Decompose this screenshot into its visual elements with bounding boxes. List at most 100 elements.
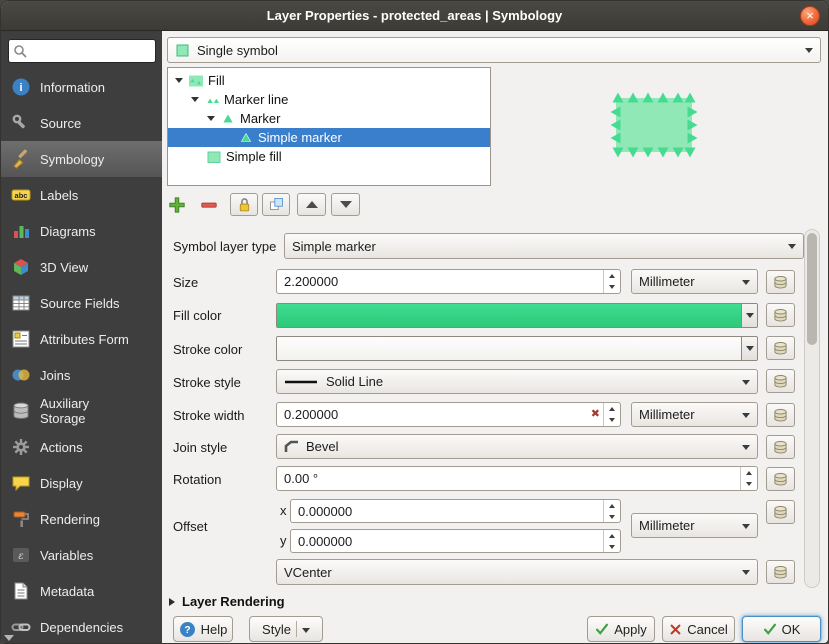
join-style-combobox[interactable]: Bevel [276, 434, 758, 459]
titlebar[interactable]: Layer Properties - protected_areas | Sym… [1, 1, 828, 31]
apply-button[interactable]: Apply [587, 616, 655, 642]
tree-item-label: Fill [208, 73, 225, 88]
sidebar-item-auxiliary-storage[interactable]: Auxiliary Storage [1, 393, 162, 429]
move-up-button[interactable] [297, 193, 326, 216]
stroke-color-dropdown[interactable] [741, 337, 757, 360]
layer-rendering-label: Layer Rendering [182, 594, 285, 609]
sidebar-item-symbology[interactable]: Symbology [1, 141, 162, 177]
offset-override-button[interactable] [766, 500, 795, 524]
sidebar-item-dependencies[interactable]: Dependencies [1, 609, 162, 643]
stroke-width-spinbox[interactable]: ✖ [276, 402, 621, 427]
chevron-down-icon [742, 280, 750, 285]
cancel-button[interactable]: Cancel [662, 616, 735, 642]
ok-label: OK [782, 622, 801, 637]
help-button[interactable]: ? Help [173, 616, 233, 642]
close-icon[interactable]: × [800, 6, 820, 26]
chevron-down-icon [742, 570, 750, 575]
sidebar-item-actions[interactable]: Actions [1, 429, 162, 465]
rotation-override-button[interactable] [766, 467, 795, 491]
size-input[interactable] [277, 270, 603, 293]
style-menu-button[interactable]: Style [249, 616, 323, 642]
spin-down-icon[interactable] [604, 511, 620, 522]
size-spinbox[interactable] [276, 269, 621, 294]
sidebar-scroll-down-icon[interactable] [4, 635, 14, 641]
spin-up-icon[interactable] [741, 467, 757, 479]
size-override-button[interactable] [766, 270, 795, 294]
variables-icon: ε [11, 545, 31, 565]
sidebar-item-metadata[interactable]: Metadata [1, 573, 162, 609]
rotation-spinbox[interactable] [276, 466, 758, 491]
chevron-down-icon [746, 346, 754, 351]
offset-unit-combobox[interactable]: Millimeter [631, 513, 758, 538]
window-title: Layer Properties - protected_areas | Sym… [267, 8, 563, 23]
stroke-style-override-button[interactable] [766, 369, 795, 393]
spin-up-icon[interactable] [604, 403, 620, 415]
fill-color-override-button[interactable] [766, 303, 795, 327]
offset-y-spinbox[interactable] [290, 529, 621, 553]
tree-item-fill[interactable]: Fill [168, 71, 490, 90]
spin-up-icon[interactable] [604, 530, 620, 541]
clear-field-icon[interactable]: ✖ [588, 409, 603, 420]
offset-y-input[interactable] [291, 530, 603, 552]
tree-item-simple-fill[interactable]: Simple fill [168, 147, 490, 166]
stroke-style-combobox[interactable]: Solid Line [276, 369, 758, 394]
sidebar-item-labels[interactable]: abc Labels [1, 177, 162, 213]
sidebar-search[interactable] [8, 39, 156, 63]
expander-down-icon[interactable] [191, 97, 199, 102]
anchor-vcenter-combobox[interactable]: VCenter [276, 559, 758, 585]
duplicate-symbol-layer-button[interactable] [262, 193, 290, 216]
stroke-color-button[interactable] [276, 336, 758, 361]
offset-x-spinbox[interactable] [290, 499, 621, 523]
rotation-label: Rotation [173, 472, 221, 487]
ok-button[interactable]: OK [742, 616, 821, 642]
remove-symbol-layer-button[interactable] [197, 193, 221, 216]
spin-down-icon[interactable] [741, 479, 757, 491]
add-symbol-layer-button[interactable] [165, 193, 189, 216]
sidebar-item-attributes-form[interactable]: Attributes Form [1, 321, 162, 357]
spin-down-icon[interactable] [604, 282, 620, 294]
speech-bubble-icon [11, 473, 31, 493]
tree-item-simple-marker[interactable]: Simple marker [168, 128, 490, 147]
renderer-combobox[interactable]: Single symbol [167, 37, 821, 63]
sidebar-item-rendering[interactable]: Rendering [1, 501, 162, 537]
sidebar-item-diagrams[interactable]: Diagrams [1, 213, 162, 249]
stroke-width-unit-combobox[interactable]: Millimeter [631, 402, 758, 427]
abc-label-icon: abc [11, 185, 31, 205]
lock-color-button[interactable] [230, 193, 258, 216]
form-scrollbar[interactable] [804, 229, 820, 588]
move-down-button[interactable] [331, 193, 360, 216]
symbol-layer-type-combobox[interactable]: Simple marker [284, 233, 804, 259]
spin-up-icon[interactable] [604, 500, 620, 511]
sidebar-item-variables[interactable]: ε Variables [1, 537, 162, 573]
offset-x-input[interactable] [291, 500, 603, 522]
expander-down-icon[interactable] [207, 116, 215, 121]
sidebar-item-3d-view[interactable]: 3D View [1, 249, 162, 285]
stroke-width-override-button[interactable] [766, 403, 795, 427]
spin-down-icon[interactable] [604, 415, 620, 427]
sidebar-item-label: Rendering [40, 512, 100, 527]
scrollbar-thumb[interactable] [807, 233, 817, 345]
tree-item-label: Simple marker [258, 130, 342, 145]
offset-unit-value: Millimeter [639, 518, 695, 533]
layer-rendering-section[interactable]: Layer Rendering [169, 594, 285, 609]
sidebar-item-joins[interactable]: Joins [1, 357, 162, 393]
fill-color-dropdown[interactable] [741, 304, 757, 327]
stroke-color-override-button[interactable] [766, 336, 795, 360]
search-input[interactable] [30, 44, 152, 58]
tree-item-marker-line[interactable]: Marker line [168, 90, 490, 109]
tree-item-marker[interactable]: Marker [168, 109, 490, 128]
sidebar-item-source-fields[interactable]: Source Fields [1, 285, 162, 321]
sidebar-item-display[interactable]: Display [1, 465, 162, 501]
sidebar-item-information[interactable]: i Information [1, 69, 162, 105]
anchor-override-button[interactable] [766, 560, 795, 584]
stroke-width-input[interactable] [277, 403, 588, 426]
spin-up-icon[interactable] [604, 270, 620, 282]
spin-down-icon[interactable] [604, 541, 620, 552]
expander-down-icon[interactable] [175, 78, 183, 83]
sidebar-item-source[interactable]: Source [1, 105, 162, 141]
size-unit-combobox[interactable]: Millimeter [631, 269, 758, 294]
join-style-override-button[interactable] [766, 435, 795, 459]
fill-color-button[interactable] [276, 303, 758, 328]
gear-icon [11, 437, 31, 457]
rotation-input[interactable] [277, 467, 740, 490]
